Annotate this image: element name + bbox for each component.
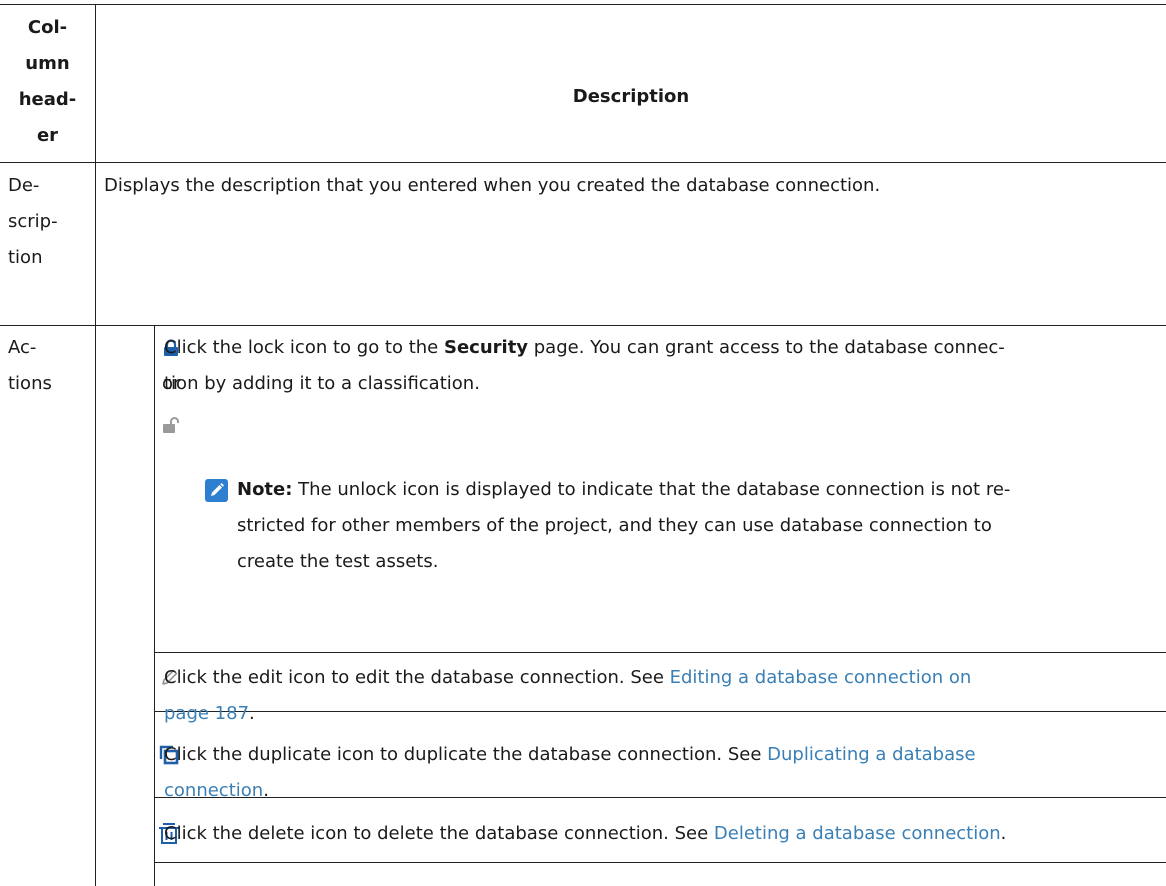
note-label: Note: [237,479,293,500]
edit-line-1: Click the edit icon to edit the database… [164,660,1159,696]
duplicate-line-1: Click the duplicate icon to duplicate th… [164,737,1159,773]
delete-text: Click the delete icon to delete the data… [164,823,714,844]
header-line: er [36,125,59,146]
lock-text: Click the lock icon to go to the [164,337,444,358]
documentation-table: Col- umn head- er Description De- scrip-… [0,0,1166,886]
row-divider-2 [0,325,1166,326]
lock-line-1: Click the lock icon to go to the Securit… [164,330,1159,366]
delete-description: Click the delete icon to delete the data… [164,816,1164,852]
unlock-icon [163,417,179,433]
duplicate-link[interactable]: Duplicating a database [767,744,975,765]
period: . [1000,823,1007,844]
row-divider-3 [155,652,1166,653]
edit-text: Click the edit icon to edit the database… [164,667,670,688]
note-line-2: stricted for other members of the projec… [237,515,992,536]
label-line: tions [8,373,52,394]
duplicate-text: Click the duplicate icon to duplicate th… [164,744,768,765]
label-line: Ac- [8,337,37,358]
description-header: Description [572,86,690,107]
duplicate-line-2: connection. [164,773,1159,809]
header-line: head- [18,89,77,110]
row-divider-6 [155,862,1166,863]
col-divider-2 [154,325,155,886]
edit-line-2: page 187. [164,696,1159,732]
note-line-3: create the test assets. [237,551,439,572]
note-body: The unlock icon is displayed to indicate… [292,479,1011,500]
column-header-label: Col- umn head- er [0,10,95,154]
lock-description: Click the lock icon to go to the Securit… [164,330,1159,402]
row-label-actions: Ac- tions [8,330,52,402]
label-line: scrip- [8,211,58,232]
table-border-top [0,4,1166,5]
lock-line-2: tion by adding it to a classification. [164,373,480,394]
security-page-name: Security [443,337,529,358]
period: . [249,703,255,724]
header-line: umn [25,53,70,74]
row-label-description: De- scrip- tion [8,168,58,276]
note-text: Note: The unlock icon is displayed to in… [237,472,1162,580]
label-line: De- [8,175,40,196]
col-divider-1 [95,4,96,886]
lock-text: page. You can grant access to the databa… [528,337,1005,358]
edit-link[interactable]: Editing a database connection on [670,667,972,688]
row-divider-1 [0,162,1166,163]
duplicate-description: Click the duplicate icon to duplicate th… [164,737,1159,809]
note-icon [205,479,228,502]
duplicate-link-cont[interactable]: connection [164,780,263,801]
header-line: Col- [27,17,68,38]
period: . [263,780,269,801]
delete-link[interactable]: Deleting a database connection [714,823,1001,844]
edit-description: Click the edit icon to edit the database… [164,660,1159,732]
description-text: Displays the description that you entere… [104,175,881,196]
edit-link-page[interactable]: page 187 [164,703,249,724]
note-line-1: Note: The unlock icon is displayed to in… [237,472,1162,508]
label-line: tion [8,247,43,268]
